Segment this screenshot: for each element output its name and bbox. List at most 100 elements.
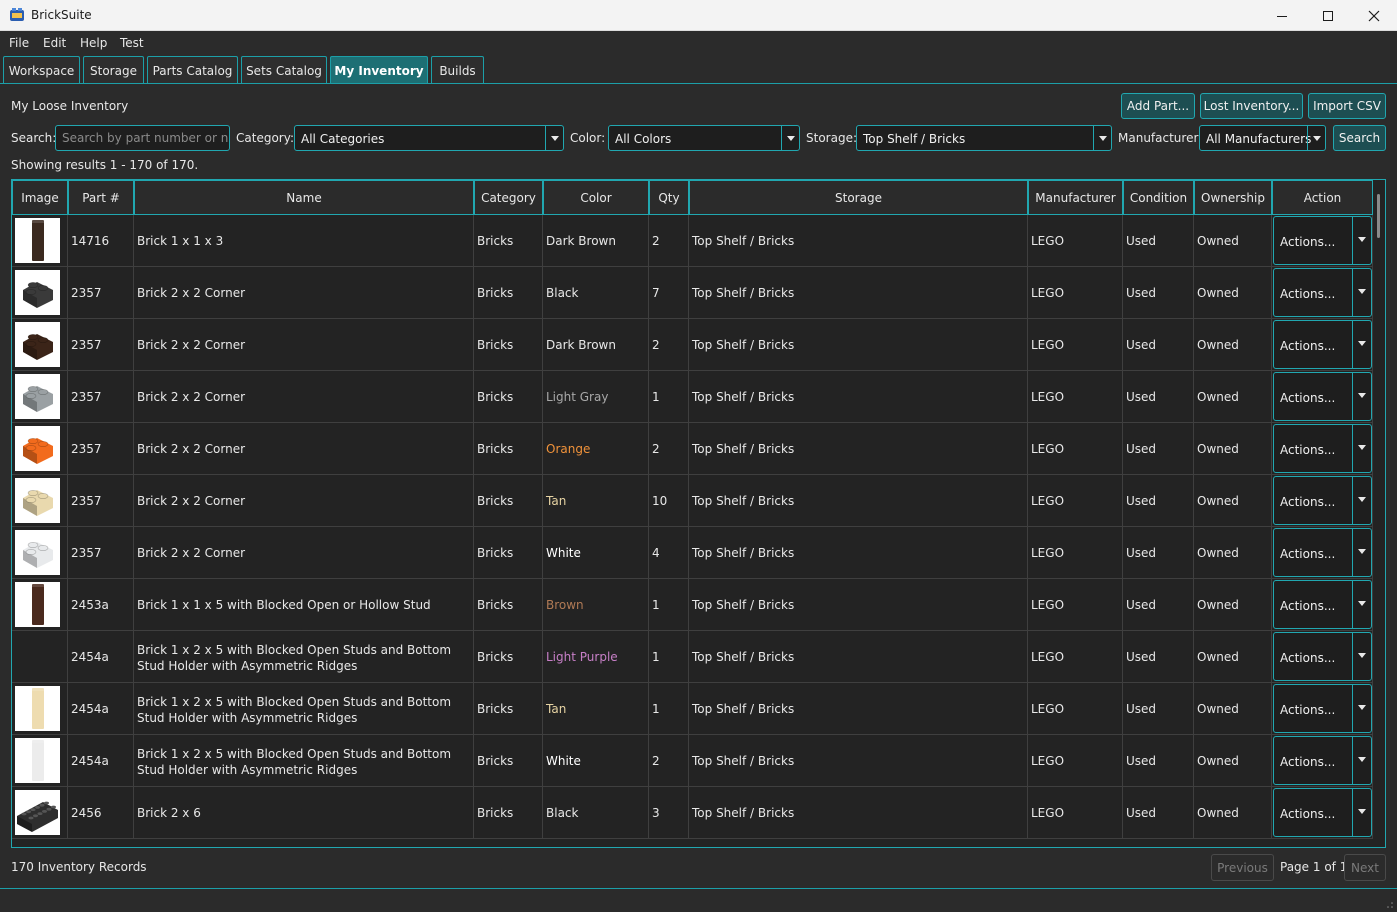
previous-button[interactable]: Previous: [1211, 854, 1274, 881]
color-select[interactable]: All Colors: [608, 125, 800, 151]
scrollbar-thumb[interactable]: [1377, 194, 1380, 238]
cell-ownership: Owned: [1194, 215, 1272, 267]
import-csv-button[interactable]: Import CSV: [1308, 93, 1386, 119]
col-part-number[interactable]: Part #: [68, 180, 134, 215]
table-row[interactable]: 2357 Brick 2 x 2 Corner Bricks Orange 2 Top S…: [12, 423, 1375, 475]
table-row[interactable]: 2454a Brick 1 x 2 x 5 with Blocked Open S…: [12, 735, 1375, 787]
manufacturer-value: All Manufacturers: [1206, 132, 1312, 146]
chevron-down-icon[interactable]: [1352, 789, 1371, 836]
tab-storage[interactable]: Storage: [83, 56, 144, 84]
col-action[interactable]: Action: [1272, 180, 1373, 215]
table-row[interactable]: 2357 Brick 2 x 2 Corner Bricks Light Gray 1 T…: [12, 371, 1375, 423]
actions-button[interactable]: Actions...: [1273, 788, 1372, 837]
col-manufacturer[interactable]: Manufacturer: [1028, 180, 1123, 215]
col-condition[interactable]: Condition: [1123, 180, 1194, 215]
chevron-down-icon[interactable]: [1352, 737, 1371, 784]
chevron-down-icon[interactable]: [1352, 269, 1371, 316]
chevron-down-icon[interactable]: [1352, 581, 1371, 628]
cell-part: 2357: [68, 423, 134, 475]
col-image[interactable]: Image: [12, 180, 68, 215]
actions-button[interactable]: Actions...: [1273, 736, 1372, 785]
tab-sets-catalog[interactable]: Sets Catalog: [241, 56, 327, 84]
name-text: Brick 1 x 2 x 5 with Blocked Open Studs …: [137, 747, 452, 777]
chevron-down-icon[interactable]: [1352, 477, 1371, 524]
storage-select[interactable]: Top Shelf / Bricks: [856, 125, 1112, 151]
table-row[interactable]: 2357 Brick 2 x 2 Corner Bricks Dark Brown 2 T…: [12, 319, 1375, 371]
cell-category: Bricks: [474, 267, 543, 319]
part-text: 2454a: [71, 754, 109, 768]
category-select[interactable]: All Categories: [294, 125, 564, 151]
menu-test[interactable]: Test: [120, 36, 144, 50]
actions-button[interactable]: Actions...: [1273, 528, 1372, 577]
table-row[interactable]: 2454a Brick 1 x 2 x 5 with Blocked Open S…: [12, 683, 1375, 735]
menu-file[interactable]: File: [9, 36, 29, 50]
chevron-down-icon[interactable]: [1307, 126, 1325, 150]
manufacturer-text: LEGO: [1031, 286, 1065, 300]
storage-text: Top Shelf / Bricks: [692, 494, 795, 508]
actions-button[interactable]: Actions...: [1273, 268, 1372, 317]
chevron-down-icon[interactable]: [1093, 126, 1111, 150]
chevron-down-icon[interactable]: [781, 126, 799, 150]
table-row[interactable]: 2357 Brick 2 x 2 Corner Bricks Black 7 Top Sh…: [12, 267, 1375, 319]
col-storage[interactable]: Storage: [689, 180, 1028, 215]
manufacturer-select[interactable]: All Manufacturers: [1199, 125, 1326, 151]
chevron-down-icon[interactable]: [1352, 217, 1371, 264]
manufacturer-text: LEGO: [1031, 702, 1065, 716]
actions-button[interactable]: Actions...: [1273, 684, 1372, 733]
minimize-button[interactable]: [1259, 0, 1305, 31]
chevron-down-icon[interactable]: [1352, 685, 1371, 732]
col-name[interactable]: Name: [134, 180, 474, 215]
maximize-button[interactable]: [1305, 0, 1351, 31]
cell-ownership: Owned: [1194, 371, 1272, 423]
table-row[interactable]: 2453a Brick 1 x 1 x 5 with Blocked Open o…: [12, 579, 1375, 631]
actions-button[interactable]: Actions...: [1273, 476, 1372, 525]
chevron-down-icon[interactable]: [1352, 321, 1371, 368]
chevron-down-icon[interactable]: [1352, 425, 1371, 472]
chevron-down-icon[interactable]: [1352, 529, 1371, 576]
col-color[interactable]: Color: [543, 180, 649, 215]
chevron-down-icon[interactable]: [1352, 633, 1371, 680]
chevron-down-icon[interactable]: [545, 126, 563, 150]
actions-button[interactable]: Actions...: [1273, 424, 1372, 473]
tab-my-inventory[interactable]: My Inventory: [330, 56, 428, 84]
add-part-button[interactable]: Add Part...: [1121, 93, 1195, 119]
cell-condition: Used: [1123, 475, 1194, 527]
tab-builds[interactable]: Builds: [431, 56, 484, 84]
actions-button[interactable]: Actions...: [1273, 580, 1372, 629]
actions-button[interactable]: Actions...: [1273, 632, 1372, 681]
actions-button[interactable]: Actions...: [1273, 320, 1372, 369]
tab-workspace[interactable]: Workspace: [3, 56, 80, 84]
chevron-down-icon[interactable]: [1352, 373, 1371, 420]
table-row[interactable]: 2357 Brick 2 x 2 Corner Bricks Tan 10 Top She…: [12, 475, 1375, 527]
ownership-text: Owned: [1197, 286, 1239, 300]
tab-parts-catalog[interactable]: Parts Catalog: [147, 56, 238, 84]
resize-grip-icon[interactable]: [1385, 900, 1393, 908]
col-ownership[interactable]: Ownership: [1194, 180, 1272, 215]
cell-img: [12, 631, 68, 683]
cell-ownership: Owned: [1194, 527, 1272, 579]
table-row[interactable]: 2456 Brick 2 x 6 Bricks Black 3 Top Shelf / B…: [12, 787, 1375, 839]
table-row[interactable]: 2357 Brick 2 x 2 Corner Bricks White 4 Top Sh…: [12, 527, 1375, 579]
col-category[interactable]: Category: [474, 180, 543, 215]
cell-action: Actions...: [1272, 631, 1373, 683]
close-button[interactable]: [1351, 0, 1397, 31]
col-qty[interactable]: Qty: [649, 180, 689, 215]
search-input[interactable]: Search by part number or na...: [55, 125, 230, 151]
table-row[interactable]: 14716 Brick 1 x 1 x 3 Bricks Dark Brown 2 Top…: [12, 215, 1375, 267]
cell-storage: Top Shelf / Bricks: [689, 579, 1028, 631]
name-text: Brick 1 x 2 x 5 with Blocked Open Studs …: [137, 695, 452, 725]
manufacturer-text: LEGO: [1031, 806, 1065, 820]
menu-edit[interactable]: Edit: [43, 36, 66, 50]
menu-help[interactable]: Help: [80, 36, 107, 50]
table-row[interactable]: 2454a Brick 1 x 2 x 5 with Blocked Open S…: [12, 631, 1375, 683]
ownership-text: Owned: [1197, 702, 1239, 716]
cell-qty: 2: [649, 423, 689, 475]
qty-text: 1: [652, 650, 660, 664]
next-button[interactable]: Next: [1344, 854, 1386, 881]
actions-button[interactable]: Actions...: [1273, 372, 1372, 421]
actions-button[interactable]: Actions...: [1273, 216, 1372, 265]
vertical-scrollbar[interactable]: [1373, 180, 1385, 847]
cell-storage: Top Shelf / Bricks: [689, 787, 1028, 839]
search-button[interactable]: Search: [1333, 125, 1386, 151]
lost-inventory-button[interactable]: Lost Inventory...: [1200, 93, 1303, 119]
